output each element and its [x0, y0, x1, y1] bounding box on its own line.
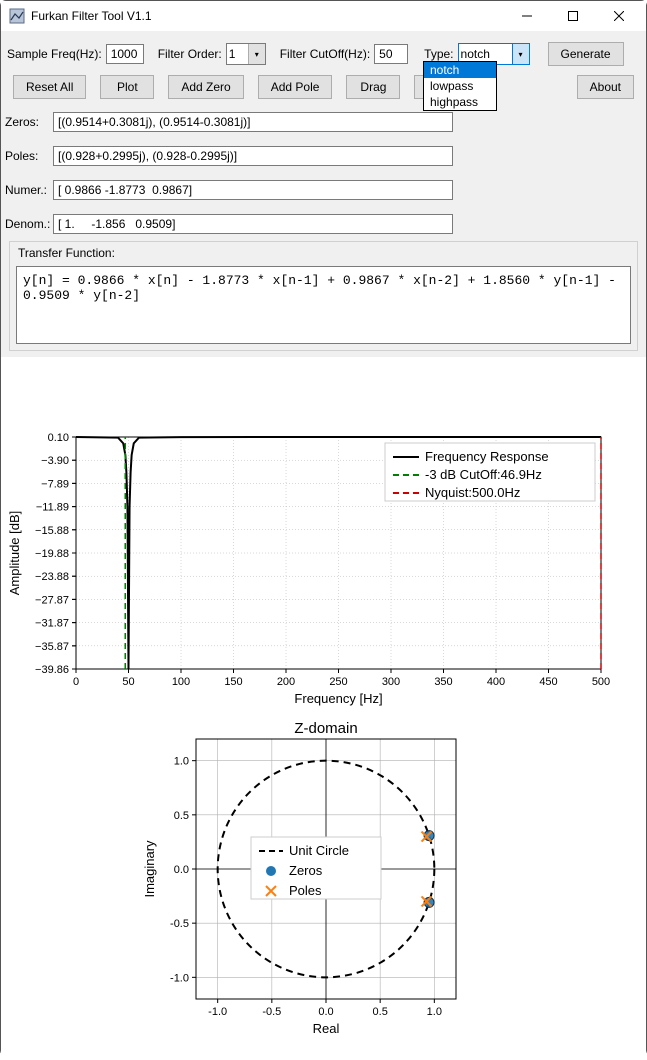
- svg-text:Nyquist:500.0Hz: Nyquist:500.0Hz: [425, 485, 520, 500]
- type-option-highpass[interactable]: highpass: [424, 94, 496, 110]
- svg-text:-1.0: -1.0: [170, 972, 189, 984]
- svg-text:Frequency [Hz]: Frequency [Hz]: [294, 691, 382, 706]
- svg-text:−39.86: −39.86: [35, 664, 69, 676]
- type-label: Type:: [424, 47, 453, 61]
- type-option-lowpass[interactable]: lowpass: [424, 78, 496, 94]
- filter-order-value: 1: [229, 47, 236, 61]
- svg-text:Real: Real: [313, 1021, 340, 1036]
- zeros-input[interactable]: [53, 112, 453, 132]
- svg-text:1.0: 1.0: [427, 1006, 442, 1018]
- svg-text:-0.5: -0.5: [262, 1006, 281, 1018]
- svg-text:−31.87: −31.87: [35, 618, 69, 630]
- svg-text:300: 300: [382, 676, 400, 688]
- controls-panel: Sample Freq(Hz): Filter Order: 1 ▾ Filte…: [1, 31, 646, 357]
- svg-text:-0.5: -0.5: [170, 918, 189, 930]
- svg-text:250: 250: [329, 676, 347, 688]
- svg-text:Poles: Poles: [289, 883, 322, 898]
- cutoff-label: Filter CutOff(Hz):: [280, 47, 370, 61]
- svg-text:−27.87: −27.87: [35, 594, 69, 606]
- type-dropdown[interactable]: notch lowpass highpass: [423, 61, 497, 111]
- svg-text:200: 200: [277, 676, 295, 688]
- transfer-function-caption: Transfer Function:: [10, 242, 637, 266]
- plot-button[interactable]: Plot: [100, 75, 154, 99]
- svg-text:Amplitude [dB]: Amplitude [dB]: [7, 511, 22, 596]
- svg-text:Frequency Response: Frequency Response: [425, 449, 549, 464]
- app-icon: [9, 8, 25, 24]
- svg-text:0.0: 0.0: [318, 1006, 333, 1018]
- svg-text:0.10: 0.10: [48, 432, 69, 444]
- close-button[interactable]: [596, 1, 642, 31]
- denom-input[interactable]: [53, 214, 453, 234]
- svg-text:−35.87: −35.87: [35, 641, 69, 653]
- titlebar: Furkan Filter Tool V1.1: [1, 1, 646, 31]
- generate-button[interactable]: Generate: [548, 42, 624, 66]
- window-title: Furkan Filter Tool V1.1: [31, 9, 152, 23]
- svg-text:Imaginary: Imaginary: [142, 840, 157, 898]
- sample-freq-label: Sample Freq(Hz):: [7, 47, 102, 61]
- filter-order-select[interactable]: 1 ▾: [226, 43, 266, 65]
- svg-text:500: 500: [592, 676, 610, 688]
- poles-input[interactable]: [53, 146, 453, 166]
- numer-input[interactable]: [53, 180, 453, 200]
- sample-freq-input[interactable]: [106, 44, 144, 64]
- svg-text:100: 100: [172, 676, 190, 688]
- drag-button[interactable]: Drag: [346, 75, 400, 99]
- plot-area: 0501001502002503003504004505000.1-3.9-7.…: [1, 357, 646, 1060]
- svg-text:−19.88: −19.88: [35, 548, 69, 560]
- svg-text:0: 0: [73, 676, 79, 688]
- chevron-down-icon: ▾: [512, 44, 529, 64]
- reset-button[interactable]: Reset All: [13, 75, 86, 99]
- numer-label: Numer.:: [5, 183, 49, 197]
- svg-text:350: 350: [434, 676, 452, 688]
- svg-text:−3.90: −3.90: [41, 455, 69, 467]
- svg-text:0.5: 0.5: [373, 1006, 388, 1018]
- svg-text:Unit Circle: Unit Circle: [289, 843, 349, 858]
- zeros-label: Zeros:: [5, 115, 49, 129]
- svg-text:0.0: 0.0: [174, 864, 189, 876]
- transfer-function-text[interactable]: y[n] = 0.9866 * x[n] - 1.8773 * x[n-1] +…: [16, 266, 631, 344]
- svg-text:-3 dB CutOff:46.9Hz: -3 dB CutOff:46.9Hz: [425, 467, 542, 482]
- svg-text:1.0: 1.0: [174, 756, 189, 768]
- svg-text:−11.89: −11.89: [36, 502, 69, 514]
- svg-text:Zeros: Zeros: [289, 863, 323, 878]
- minimize-button[interactable]: [504, 1, 550, 31]
- cutoff-input[interactable]: [374, 44, 408, 64]
- svg-text:−23.88: −23.88: [35, 571, 69, 583]
- svg-text:450: 450: [539, 676, 557, 688]
- filter-order-label: Filter Order:: [158, 47, 222, 61]
- svg-text:Z-domain: Z-domain: [294, 720, 357, 737]
- svg-text:−7.89: −7.89: [41, 478, 69, 490]
- svg-text:50: 50: [122, 676, 134, 688]
- chevron-down-icon: ▾: [248, 44, 265, 64]
- denom-label: Denom.:: [5, 217, 49, 231]
- svg-text:0.5: 0.5: [174, 810, 189, 822]
- transfer-function-group: Transfer Function: y[n] = 0.9866 * x[n] …: [9, 241, 638, 351]
- maximize-button[interactable]: [550, 1, 596, 31]
- poles-label: Poles:: [5, 149, 49, 163]
- svg-text:150: 150: [224, 676, 242, 688]
- svg-text:−15.88: −15.88: [35, 525, 69, 537]
- type-option-notch[interactable]: notch: [424, 62, 496, 78]
- svg-text:-1.0: -1.0: [208, 1006, 227, 1018]
- add-zero-button[interactable]: Add Zero: [168, 75, 243, 99]
- add-pole-button[interactable]: Add Pole: [258, 75, 333, 99]
- svg-text:400: 400: [487, 676, 505, 688]
- about-button[interactable]: About: [577, 75, 634, 99]
- type-value: notch: [461, 47, 490, 61]
- charts-svg: 0501001502002503003504004505000.1-3.9-7.…: [1, 427, 647, 1057]
